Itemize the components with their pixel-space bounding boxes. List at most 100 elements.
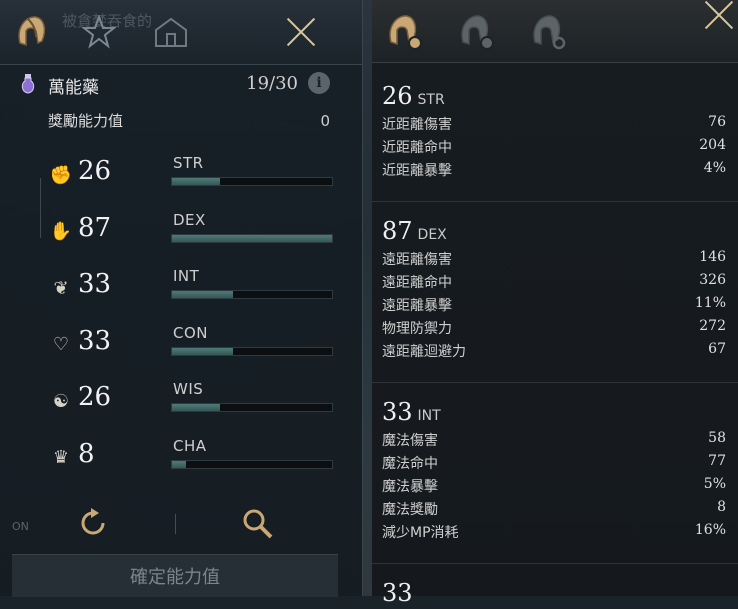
- stat-abbr: CHA: [173, 436, 207, 455]
- cha-icon: ♛: [52, 447, 70, 468]
- stat-abbr: WIS: [173, 380, 204, 398]
- potion-count: 19/30: [246, 73, 298, 94]
- stat-row-int: ❦ 33 INT: [48, 267, 334, 313]
- section-header: 26 STR: [382, 82, 726, 112]
- con-icon: ♡: [52, 334, 70, 355]
- stat-detail-row: 魔法暴擊 5%: [382, 474, 726, 497]
- stat-bar: [171, 177, 333, 186]
- divider: [372, 563, 738, 564]
- stat-detail-name: 遠距離傷害: [382, 252, 452, 268]
- stat-value: 8: [78, 438, 95, 469]
- section-stat-abbr: STR: [417, 92, 445, 108]
- stat-detail-value: 77: [708, 453, 726, 469]
- stat-detail-value: 67: [708, 341, 726, 357]
- potion-row: 萬能藥 19/30 i: [20, 72, 332, 98]
- helmet-ring-icon: [533, 15, 566, 50]
- potion-name: 萬能藥: [48, 78, 99, 98]
- section-stat-value: 33: [382, 579, 413, 607]
- stat-row-dex: ✋ 87 DEX: [48, 211, 334, 257]
- stat-detail-value: 11%: [694, 295, 726, 311]
- stat-detail-value: 326: [699, 272, 726, 288]
- stat-detail-row: 遠距離暴擊 11%: [382, 293, 726, 316]
- close-icon[interactable]: [284, 15, 318, 49]
- left-tab-bar: 被貪婪吞食的: [0, 0, 362, 65]
- stat-detail-name: 魔法暴擊: [382, 479, 438, 495]
- helmet-gear-icon: [389, 15, 422, 50]
- stat-bar: [171, 346, 333, 356]
- wis-icon: ☯: [52, 390, 70, 412]
- close-icon[interactable]: [702, 0, 736, 32]
- stat-detail-name: 遠距離暴擊: [382, 298, 452, 314]
- section-stat-abbr: DEX: [417, 227, 447, 243]
- stat-detail-name: 近距離命中: [382, 140, 452, 156]
- reset-button[interactable]: [76, 506, 110, 540]
- stat-detail-name: 魔法命中: [382, 456, 438, 472]
- tab-emblem[interactable]: [78, 10, 120, 54]
- stat-bar: [171, 403, 333, 412]
- bonus-points-label: 獎勵能力值: [48, 112, 124, 130]
- stat-value: 26: [78, 156, 112, 186]
- tab-stat-details[interactable]: [384, 10, 426, 54]
- stat-row-con: ♡ 33 CON: [48, 324, 334, 370]
- stat-section: 33 INT 魔法傷害 58 魔法命中 77 魔法暴擊 5% 魔法獎勵 8 減少MP消耗 16%: [382, 398, 726, 543]
- tab-character-stats[interactable]: [10, 10, 52, 54]
- section-header: 33: [382, 579, 726, 609]
- stat-detail-row: 遠距離命中 326: [382, 270, 726, 293]
- tab-stat-bonus[interactable]: [456, 10, 498, 54]
- tab-stat-other[interactable]: [528, 10, 570, 54]
- stat-detail-row: 近距離傷害 76: [382, 112, 726, 135]
- int-icon: ❦: [53, 277, 69, 299]
- tab-house[interactable]: [150, 10, 192, 54]
- stat-detail-name: 遠距離命中: [382, 275, 452, 291]
- stat-detail-value: 4%: [703, 160, 726, 176]
- stat-detail-value: 272: [699, 318, 726, 334]
- helmet-icon: [18, 16, 46, 47]
- section-header: 87 DEX: [382, 217, 726, 247]
- stat-detail-name: 魔法獎勵: [382, 502, 438, 518]
- stat-detail-row: 遠距離傷害 146: [382, 247, 726, 270]
- stat-detail-row: 近距離暴擊 4%: [382, 158, 726, 181]
- stat-value: 87: [78, 212, 112, 243]
- house-icon: [155, 17, 187, 47]
- stat-bar-fill: [172, 460, 187, 468]
- stat-bar: [171, 290, 333, 299]
- stat-bar-fill: [172, 404, 220, 411]
- str-icon: ✊: [49, 164, 73, 186]
- stat-detail-row: 魔法命中 77: [382, 451, 726, 474]
- stat-allocation-panel: 被貪婪吞食的 萬能藥 19/30 i 獎勵能力值 0 ✊ 26 STR ✋ 87…: [0, 0, 363, 597]
- section-stat-abbr: INT: [417, 408, 441, 424]
- confirm-stats-button[interactable]: 確定能力值: [12, 554, 338, 597]
- bonus-points-row: 獎勵能力值 0: [48, 108, 330, 132]
- magnifier-icon: [243, 509, 273, 539]
- stat-abbr: CON: [173, 323, 209, 342]
- star-emblem-icon: [82, 15, 116, 49]
- section-header: 33 INT: [382, 398, 726, 428]
- stat-detail-name: 遠距離迴避力: [382, 344, 466, 360]
- divider: [372, 382, 738, 383]
- stat-row-wis: ☯ 26 WIS: [48, 380, 334, 426]
- info-icon[interactable]: i: [308, 72, 330, 94]
- stat-detail-name: 魔法傷害: [382, 433, 438, 449]
- stat-section: 87 DEX 遠距離傷害 146 遠距離命中 326 遠距離暴擊 11% 物理防禦力 272 遠距離…: [382, 217, 726, 362]
- stat-detail-value: 146: [699, 249, 726, 265]
- stat-abbr: DEX: [173, 210, 206, 229]
- action-bar: [0, 500, 362, 550]
- stat-detail-value: 16%: [694, 522, 726, 538]
- stat-bar-fill: [172, 234, 332, 242]
- section-stat-value: 26: [382, 82, 413, 110]
- reset-icon: [81, 508, 105, 535]
- stat-detail-row: 魔法傷害 58: [382, 428, 726, 451]
- stat-bar: [171, 233, 333, 243]
- helmet-plus-icon: [461, 15, 494, 50]
- stat-detail-row: 遠距離迴避力 67: [382, 339, 726, 362]
- auto-toggle-badge: ON: [12, 520, 29, 533]
- stat-detail-row: 近距離命中 204: [382, 135, 726, 158]
- section-stat-value: 33: [382, 398, 413, 426]
- stat-detail-name: 近距離暴擊: [382, 163, 452, 179]
- stat-value: 33: [78, 325, 112, 356]
- preview-button[interactable]: [240, 506, 274, 540]
- right-tab-bar: [372, 0, 738, 63]
- divider: [175, 514, 176, 534]
- stat-abbr: INT: [173, 267, 200, 285]
- dex-icon: ✋: [49, 221, 73, 242]
